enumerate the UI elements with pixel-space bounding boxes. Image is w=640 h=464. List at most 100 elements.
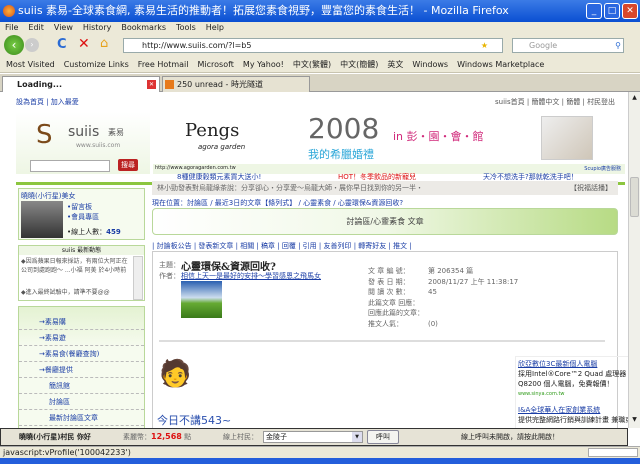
article-body: 今日不講543~	[157, 414, 232, 427]
tab-close-icon[interactable]: ✕	[147, 80, 156, 89]
menu-tools[interactable]: Tools	[176, 22, 196, 33]
menu-help[interactable]: Help	[206, 22, 224, 33]
link-reply[interactable]: 回覆	[282, 242, 296, 250]
back-button[interactable]: ‹	[4, 35, 24, 55]
minimize-button[interactable]: _	[586, 3, 602, 19]
banner-credit: Scupio廣告服務	[584, 166, 621, 172]
link-suiis-home[interactable]: suiis首頁	[495, 98, 525, 106]
top-left-links[interactable]: 設為首頁 | 加入最愛	[16, 97, 79, 107]
side-menu-item[interactable]: 最新討論區文章	[19, 410, 144, 426]
logo-url: www.suiis.com	[76, 142, 121, 149]
greeting: 曉曉(小行星)村民 你好	[19, 433, 91, 441]
author-link[interactable]: 相信上天一是最好的安排～學習感恩之飛馬女	[181, 271, 321, 281]
site-search-button[interactable]: 搜尋	[118, 159, 138, 171]
online-members-label: 線上村民：	[223, 433, 258, 441]
tab-250-unread[interactable]: 250 unread - 時光隧道	[162, 76, 310, 92]
notice-link[interactable]: 【祝福話播】	[570, 181, 612, 195]
link-quote[interactable]: 引用	[303, 242, 317, 250]
section-header: 討論區/心靈素食 文章	[152, 208, 618, 235]
window-title: suiis 素易-全球素食網, 素易生活的推動者！拓展您素食視野，豐富您的素食生…	[18, 4, 509, 17]
bookmark-most-visited[interactable]: Most Visited	[6, 60, 55, 69]
stop-button[interactable]: ✕	[78, 36, 90, 52]
link-new-post[interactable]: 發表新文章	[198, 242, 233, 250]
close-button[interactable]: ✕	[622, 3, 638, 19]
link-member-area[interactable]: •會員專區	[67, 212, 99, 222]
reload-button[interactable]: C	[57, 37, 67, 52]
meta-row: 回應此篇的文章：	[368, 308, 608, 319]
magnifier-icon[interactable]: ⚲	[615, 39, 621, 52]
menu-history[interactable]: History	[83, 22, 111, 33]
link-print[interactable]: 友善列印	[323, 242, 351, 250]
menu-bookmarks[interactable]: Bookmarks	[121, 22, 166, 33]
scroll-down-icon[interactable]: ▼	[630, 416, 639, 425]
news-item[interactable]: ◆因爲蘋果日報來採訪，有兩位大阿正在公司到處跑跑～ ...小福 阿美 於4小時前	[19, 255, 144, 285]
bookmark-microsoft[interactable]: Microsoft	[198, 60, 234, 69]
article-box: 主題： 心靈環保&資源回收? 作者： 相信上天一是最好的安排～學習感恩之飛馬女 …	[152, 251, 628, 428]
star-icon[interactable]: ★	[481, 39, 488, 52]
site-search-input[interactable]	[30, 160, 110, 172]
side-menu-item[interactable]: →素易遊	[19, 330, 144, 346]
url-input[interactable]: http://www.suiis.com/?l=b5 ★	[123, 38, 503, 53]
search-input[interactable]: Google ⚲	[512, 38, 624, 53]
banner-ad[interactable]: Pengs agora garden 2008 我的希臘婚禮 in 彭・園・會・…	[153, 112, 625, 164]
link-draft[interactable]: 稿章	[261, 242, 275, 250]
breadcrumb[interactable]: 現在位置：討論區 / 最近3日的文章【條列式】 / 心靈素食 / 心靈環保&資源…	[152, 198, 403, 208]
author-label: 作者：	[159, 272, 180, 280]
call-status[interactable]: 線上呼叫未開啟，請按此開啟！	[461, 429, 559, 445]
wedding-photo	[541, 116, 593, 160]
link-logout[interactable]: 村民登出	[587, 98, 615, 106]
tab-loading[interactable]: Loading... ✕	[2, 76, 160, 92]
ad-title[interactable]: 欣亞數位3C最新個人電腦	[518, 359, 628, 369]
side-menu-item[interactable]: →素易食(餐廳查詢)	[19, 346, 144, 362]
meta-label: 文 章 編 號：	[368, 267, 410, 275]
bookmark-windows[interactable]: Windows	[412, 60, 448, 69]
vertical-scrollbar[interactable]: ▲ ▼	[628, 92, 640, 428]
side-menu-item[interactable]: 簡訊館	[19, 378, 144, 394]
maximize-button[interactable]: □	[604, 3, 620, 19]
user-name[interactable]: 曉曉(小行星)美女	[21, 191, 75, 201]
link-simplified[interactable]: 簡體中文	[531, 98, 559, 106]
meta-row: 發 表 日 期： 2008/11/27 上午 11:38:17	[368, 277, 608, 288]
tab-label: Loading...	[17, 80, 62, 89]
online-members-select[interactable]: 金陵子 ▼	[263, 431, 363, 443]
call-button[interactable]: 呼叫	[367, 430, 399, 444]
scroll-up-icon[interactable]: ▲	[630, 94, 639, 103]
link-push[interactable]: 推文	[393, 242, 407, 250]
page-content: 設為首頁 | 加入最愛 suiis首頁 | 簡體中文 | 簡體 | 村民登出 S…	[0, 92, 628, 428]
menu-view[interactable]: View	[54, 22, 73, 33]
link-board-notice[interactable]: 討論板公告	[157, 242, 192, 250]
news-title: suiis 最新動態	[19, 246, 144, 255]
side-menu-item[interactable]: 討論區	[19, 394, 144, 410]
link-guestbook[interactable]: •留言板	[67, 202, 92, 212]
link-simp[interactable]: 簡體	[566, 98, 580, 106]
bookmark-my-yahoo[interactable]: My Yahoo!	[243, 60, 284, 69]
link-related[interactable]: 相關	[240, 242, 254, 250]
divider	[159, 340, 605, 342]
menu-file[interactable]: File	[5, 22, 18, 33]
bookmark-windows-marketplace[interactable]: Windows Marketplace	[457, 60, 544, 69]
side-menu-item[interactable]: →餐廳提供	[19, 362, 144, 378]
link-forward[interactable]: 轉寄好友	[358, 242, 386, 250]
ad-url[interactable]: www.sinya.com.tw	[518, 389, 628, 399]
bookmark-free-hotmail[interactable]: Free Hotmail	[138, 60, 189, 69]
notice-bar: 林小勁發表對烏龍綠茶說：分享卻心・分享愛～烏龍大師・展你早日找到你的另一半・ 【祝…	[152, 181, 618, 195]
bookmark-english[interactable]: 英文	[387, 60, 403, 69]
ad-title[interactable]: I&A全球華人在家創業系統	[518, 405, 628, 415]
bookmark-chinese-simp[interactable]: 中文(簡體)	[340, 60, 378, 69]
logo-name: suiis	[68, 124, 100, 140]
side-menu-item[interactable]: →素易購	[19, 314, 144, 330]
online-value: 459	[106, 228, 121, 236]
user-box: 曉曉(小行星)美女 •留言板 •會員專區 •線上人數：459	[18, 188, 145, 240]
bookmark-customize-links[interactable]: Customize Links	[64, 60, 129, 69]
scroll-thumb[interactable]	[630, 177, 639, 217]
news-scrollbar[interactable]	[133, 256, 143, 300]
bookmark-chinese-trad[interactable]: 中文(繁體)	[293, 60, 331, 69]
menu-edit[interactable]: Edit	[28, 22, 44, 33]
banner-subtitle: 我的希臘婚禮	[308, 148, 374, 161]
home-button[interactable]: ⌂	[100, 36, 108, 51]
points: 素麗幣：12,568 點	[123, 429, 191, 445]
forward-button[interactable]: ›	[25, 38, 39, 52]
points-unit: 點	[184, 433, 192, 441]
news-item[interactable]: ◆進入最終試驗中，請準不要@@	[19, 285, 144, 296]
member-bar: 曉曉(小行星)村民 你好 素麗幣：12,568 點 線上村民： 金陵子 ▼ 呼叫 …	[0, 428, 628, 446]
